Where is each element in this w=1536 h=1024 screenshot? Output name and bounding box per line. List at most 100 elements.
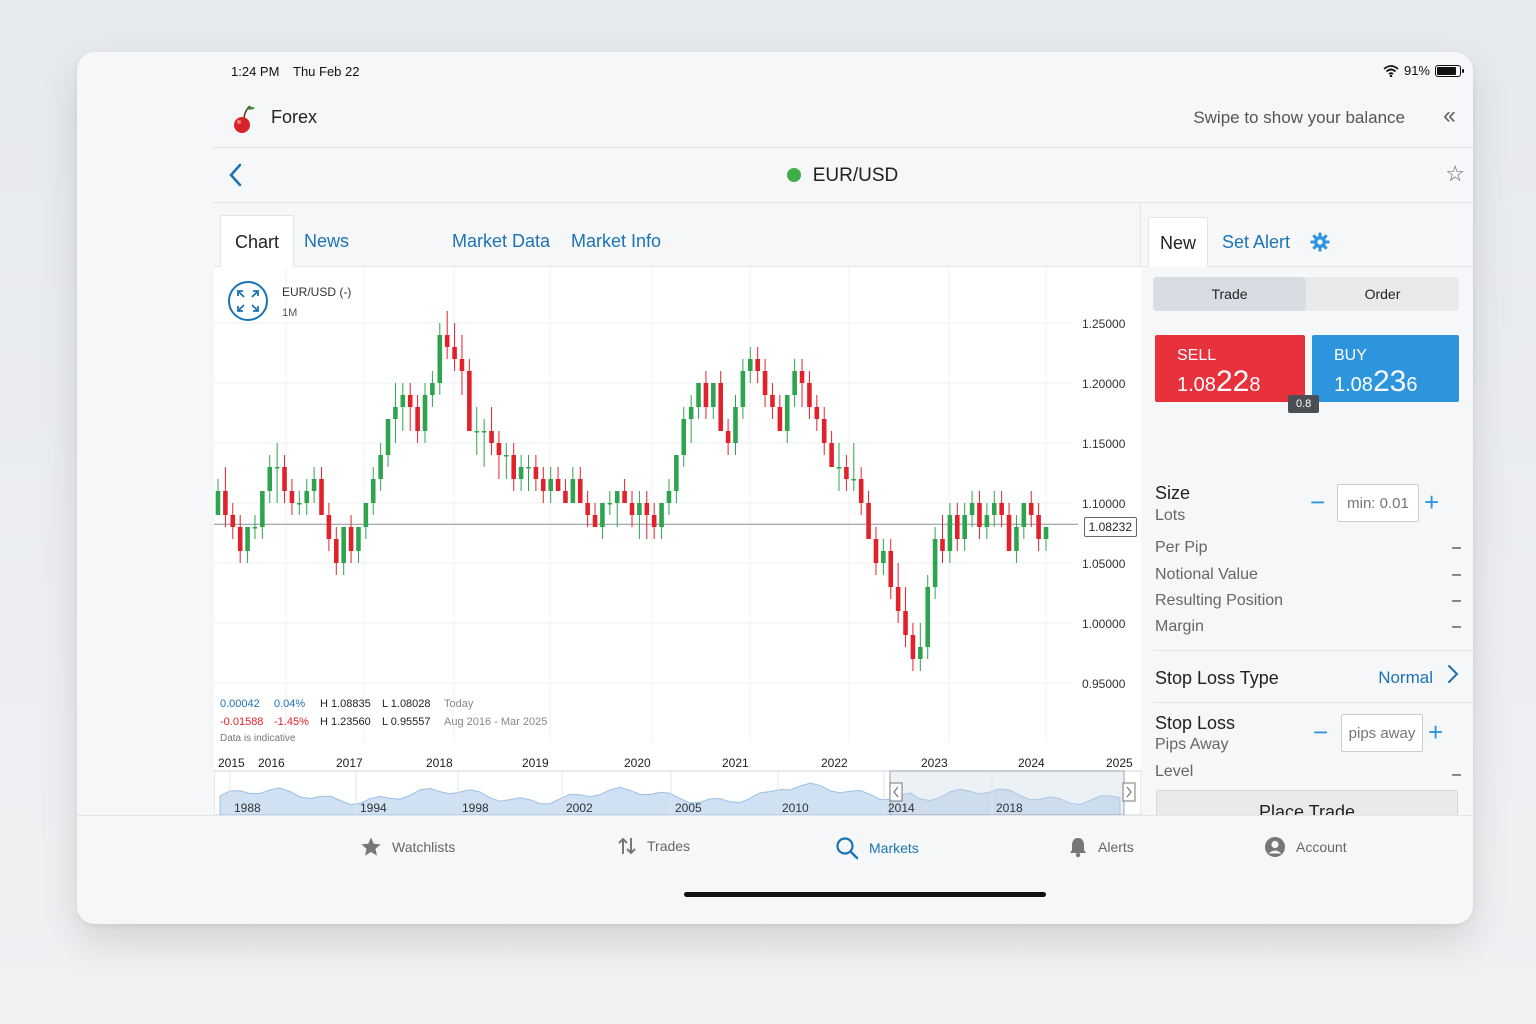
candle — [237, 515, 243, 563]
price-chart[interactable]: 1.25000 1.20000 1.15000 1.10000 1.05000 1.000… — [214, 267, 1141, 815]
nav-trades[interactable]: Trades — [617, 836, 690, 856]
sell-button[interactable]: SELL 1.08228 — [1155, 335, 1305, 402]
candle-body — [555, 479, 561, 491]
candle-body — [940, 539, 945, 551]
status-time: 1:24 PM — [231, 64, 280, 79]
size-input[interactable] — [1337, 484, 1419, 522]
chart-interval[interactable]: 1M — [282, 307, 297, 319]
candle-body — [784, 395, 790, 431]
range-percent: -1.45% — [274, 716, 309, 728]
sell-price: 1.08228 — [1177, 365, 1260, 399]
candle-body — [600, 503, 605, 527]
candle-body — [703, 383, 709, 407]
candle-body — [489, 431, 494, 443]
sell-price-big: 22 — [1215, 365, 1250, 398]
candle — [821, 407, 827, 455]
candle-body — [688, 407, 694, 419]
candle — [910, 623, 916, 671]
candle — [496, 431, 502, 479]
chevron-right-icon[interactable] — [1447, 664, 1459, 684]
candle — [962, 503, 967, 551]
double-chevron-left-icon[interactable]: ‹‹ — [1443, 102, 1456, 130]
size-increase-button[interactable]: + — [1424, 489, 1439, 515]
candle-body — [540, 479, 546, 491]
stop-loss-type-title[interactable]: Stop Loss Type — [1155, 668, 1279, 689]
segment-trade[interactable]: Trade — [1153, 277, 1306, 311]
candle-body — [548, 479, 553, 491]
tab-market-info[interactable]: Market Info — [557, 215, 675, 267]
candle-body — [932, 539, 938, 587]
candle-body — [659, 503, 664, 527]
stop-loss-type-value[interactable]: Normal — [1378, 668, 1433, 688]
candle-body — [363, 503, 369, 527]
stop-loss-increase-button[interactable]: + — [1428, 719, 1443, 745]
candle-body — [223, 491, 228, 515]
candle-body — [999, 503, 1004, 515]
candle-body — [481, 431, 487, 433]
stop-loss-input[interactable] — [1341, 714, 1423, 752]
navigator-year-label: 2005 — [675, 801, 702, 815]
candle-body — [1036, 515, 1041, 539]
tab-new[interactable]: New — [1148, 217, 1209, 267]
nav-markets[interactable]: Markets — [835, 836, 919, 860]
candle-body — [245, 527, 250, 551]
sell-label: SELL — [1177, 347, 1217, 364]
battery-level — [1437, 66, 1457, 75]
candle — [437, 323, 443, 395]
candle — [666, 479, 672, 515]
resulting-position-value: – — [1452, 592, 1461, 609]
candle — [459, 335, 465, 395]
size-decrease-button[interactable]: − — [1310, 489, 1325, 515]
candlestick-chart[interactable]: 1.25000 1.20000 1.15000 1.10000 1.05000 1.000… — [214, 267, 1141, 815]
navigator-year-label: 1998 — [462, 801, 489, 815]
stop-loss-decrease-button[interactable]: − — [1313, 719, 1328, 745]
expand-icon — [237, 290, 259, 312]
balance-hint[interactable]: Swipe to show your balance — [1193, 108, 1405, 128]
candle — [533, 455, 539, 491]
tab-set-alert[interactable]: Set Alert — [1211, 217, 1301, 267]
candle-body — [304, 491, 310, 503]
tab-news[interactable]: News — [290, 215, 363, 267]
candle — [688, 395, 694, 443]
expand-chart-button[interactable] — [228, 281, 268, 321]
nav-alerts[interactable]: Alerts — [1068, 836, 1134, 858]
candle — [954, 503, 960, 551]
y-tick-label: 0.95000 — [1082, 677, 1126, 691]
nav-watchlists[interactable]: Watchlists — [360, 836, 455, 858]
tab-market-data[interactable]: Market Data — [438, 215, 564, 267]
x-tick-label: 2019 — [522, 756, 549, 770]
buy-button[interactable]: BUY 1.08236 — [1312, 335, 1459, 402]
candle — [799, 359, 805, 407]
y-tick-label: 1.25000 — [1082, 317, 1126, 331]
gear-icon[interactable] — [1310, 232, 1330, 252]
divider — [1153, 650, 1473, 651]
candle-body — [526, 467, 531, 469]
candle — [984, 503, 990, 539]
device-frame: 1:24 PM Thu Feb 22 91% Forex Swipe to sh… — [77, 52, 1473, 924]
tab-chart[interactable]: Chart — [220, 215, 295, 267]
favorite-star-icon[interactable]: ☆ — [1445, 161, 1465, 187]
stop-loss-level-label: Level — [1155, 763, 1194, 780]
candle-body — [511, 455, 517, 479]
candle — [866, 491, 871, 539]
candle — [267, 455, 273, 503]
candle — [592, 503, 598, 527]
candle-body — [496, 443, 502, 455]
battery-percent: 91% — [1403, 63, 1430, 78]
y-tick-label: 1.10000 — [1082, 497, 1126, 511]
candle-body — [762, 371, 768, 395]
candle-body — [415, 407, 420, 431]
candle-body — [452, 347, 457, 359]
y-tick-label: 1.05000 — [1082, 557, 1126, 571]
candle — [747, 347, 753, 383]
candle — [969, 491, 975, 527]
segment-order[interactable]: Order — [1306, 277, 1459, 311]
candle — [304, 479, 310, 515]
candle — [836, 443, 842, 491]
candle — [940, 515, 945, 563]
sell-price-post: 8 — [1249, 374, 1261, 396]
candle-body — [637, 503, 642, 515]
candle — [504, 443, 509, 479]
candle-body — [356, 527, 361, 551]
nav-account[interactable]: Account — [1264, 836, 1347, 858]
